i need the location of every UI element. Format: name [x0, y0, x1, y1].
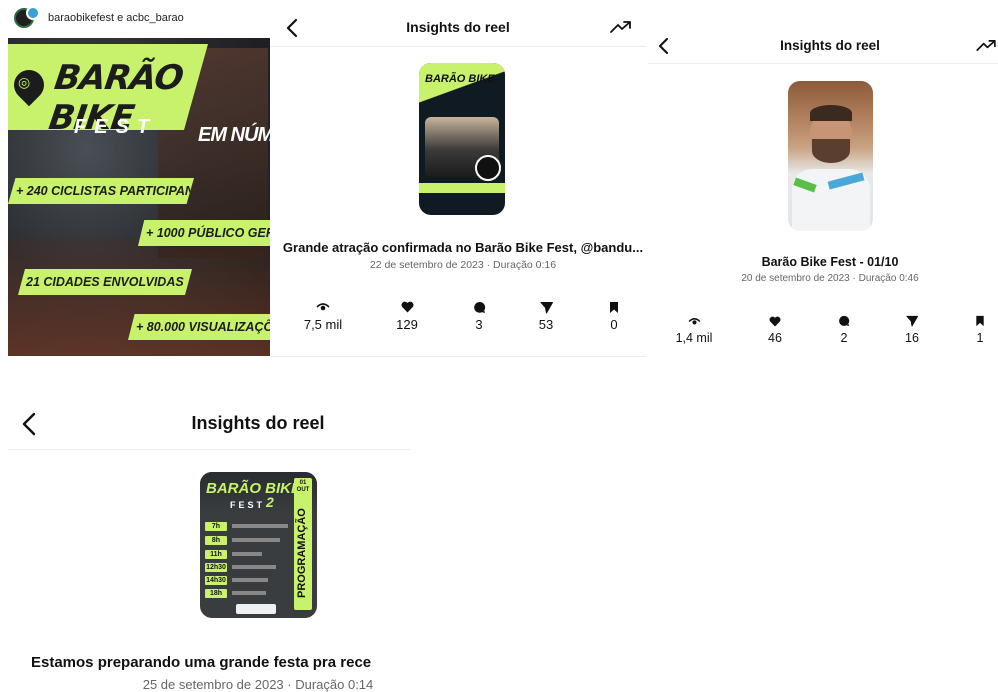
reel-thumbnail[interactable]	[788, 81, 873, 231]
reel-caption: Barão Bike Fest - 01/10	[761, 255, 899, 269]
metric-value: 46	[768, 331, 782, 345]
metric-value: 1	[976, 331, 984, 345]
metric-likes: 46	[751, 314, 799, 345]
schedule-line	[232, 565, 276, 569]
metric-value: 0	[610, 317, 618, 332]
metric-comments: 2	[820, 314, 868, 345]
image-subtitle: EM NÚME	[198, 124, 270, 146]
image-title-number: 2	[153, 100, 172, 138]
schedule-line	[232, 591, 266, 595]
comment-bubble-icon	[455, 300, 503, 314]
metric-value: 7,5 mil	[303, 317, 343, 332]
post-image[interactable]: ◎ BARÃO BIKE FEST 2 EM NÚME + 240 CICLIS…	[8, 38, 270, 356]
reel-caption: Grande atração confirmada no Barão Bike …	[282, 240, 644, 255]
stat-pill: + 80.000 VISUALIZAÇÕES NAS RE	[128, 314, 270, 340]
schedule-time: 14h30	[205, 576, 227, 585]
page-title: Insights do reel	[780, 38, 880, 53]
metric-comments: 3	[455, 300, 503, 332]
eye-icon	[296, 300, 350, 314]
thumbnail-title: BARÃO BIKE	[206, 480, 302, 497]
schedule-line	[232, 578, 268, 582]
metric-value: 1,4 mil	[675, 331, 713, 345]
divider	[648, 63, 998, 64]
thumbnail-hair	[810, 105, 852, 121]
reel-meta: 22 de setembro de 2023 · Duração 0:16	[369, 259, 557, 271]
metric-value: 3	[475, 317, 483, 332]
divider	[8, 449, 410, 450]
schedule-line	[232, 552, 262, 556]
post-header: baraobikefest e acbc_barao	[8, 0, 270, 38]
metric-shares: 53	[522, 300, 570, 332]
globe-logo-icon	[475, 155, 501, 181]
metric-saves: 0	[590, 300, 638, 332]
reel-caption: Estamos preparando uma grande festa pra …	[31, 654, 372, 671]
image-title-fest: FEST	[74, 116, 158, 138]
thumbnail-beard	[812, 139, 850, 163]
thumbnail-footer	[419, 183, 505, 193]
page-title: Insights do reel	[406, 19, 510, 35]
paper-plane-icon	[888, 314, 936, 328]
thumbnail-number: 2	[266, 494, 274, 510]
schedule-time: 18h	[205, 589, 227, 598]
reel-meta: 20 de setembro de 2023 · Duração 0:46	[741, 273, 919, 284]
instagram-post: baraobikefest e acbc_barao ◎ BARÃO BIKE …	[8, 0, 270, 356]
metric-views: 7,5 mil	[296, 300, 350, 332]
schedule-time: 7h	[205, 522, 227, 531]
thumbnail-date: 01 OUT	[296, 480, 310, 493]
thumbnail-vertical-label: PROGRAMAÇÃO	[296, 508, 308, 598]
thumbnail-side-band: 01 OUT PROGRAMAÇÃO	[294, 478, 312, 610]
trending-up-icon[interactable]	[976, 39, 997, 52]
schedule-line	[232, 538, 280, 542]
thumbnail-subtitle: FEST	[230, 500, 266, 510]
metric-shares: 16	[888, 314, 936, 345]
stat-pill: + 240 CICLISTAS PARTICIPANTES	[8, 178, 194, 204]
stat-pill: 21 CIDADES ENVOLVIDAS	[18, 269, 192, 295]
heart-icon	[383, 300, 431, 314]
schedule-time: 11h	[205, 550, 227, 559]
bookmark-icon	[590, 300, 638, 314]
schedule-time: 8h	[205, 536, 227, 545]
metric-value: 129	[396, 317, 418, 332]
thumbnail-title: BARÃO BIKE	[425, 73, 495, 85]
avatar-secondary[interactable]	[26, 6, 40, 20]
page-title: Insights do reel	[191, 413, 325, 433]
metric-views: 1,4 mil	[668, 314, 720, 345]
schedule-line	[232, 524, 288, 528]
heart-icon	[751, 314, 799, 328]
reel-thumbnail[interactable]: BARÃO BIKE	[419, 63, 505, 215]
metric-likes: 129	[383, 300, 431, 332]
sponsor-logos	[236, 604, 276, 614]
metric-saves: 1	[956, 314, 998, 345]
trending-up-icon[interactable]	[610, 20, 632, 34]
schedule-time: 12h30	[205, 563, 227, 572]
metric-value: 2	[840, 331, 848, 345]
stat-pill: + 1000 PÚBLICO GER	[138, 220, 270, 246]
reel-thumbnail[interactable]: BARÃO BIKE FEST 2 01 OUT PROGRAMAÇÃO 7h …	[200, 472, 317, 618]
metric-value: 16	[905, 331, 919, 345]
paper-plane-icon	[522, 300, 570, 314]
post-author[interactable]: baraobikefest e acbc_barao	[48, 12, 184, 24]
comment-bubble-icon	[820, 314, 868, 328]
divider	[270, 356, 646, 357]
bookmark-icon	[956, 314, 998, 328]
metric-value: 53	[538, 317, 554, 332]
bike-icon: ◎	[18, 74, 31, 90]
divider	[270, 46, 646, 47]
eye-icon	[668, 314, 720, 328]
